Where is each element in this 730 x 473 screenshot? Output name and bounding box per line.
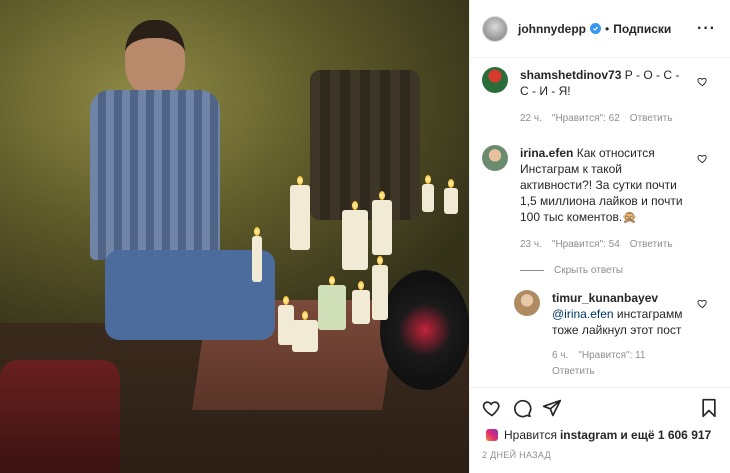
following-button[interactable]: Подписки	[613, 22, 671, 36]
comment-body: timur_kunanbayev @irina.efen инстаграмм …	[552, 290, 692, 380]
reply-comment: timur_kunanbayev @irina.efen инстаграмм …	[470, 276, 730, 380]
comment-likes[interactable]: "Нравится": 54	[552, 237, 620, 253]
bookmark-icon[interactable]	[699, 398, 719, 418]
reply-button[interactable]: Ответить	[630, 111, 673, 127]
reply-button[interactable]: Ответить	[630, 237, 673, 253]
candle	[252, 227, 262, 282]
person-jeans	[105, 250, 275, 340]
action-icons	[470, 388, 730, 418]
comment-time[interactable]: 6 ч.	[552, 348, 568, 364]
share-icon[interactable]	[542, 398, 562, 418]
person-head	[125, 20, 185, 95]
commenter-avatar[interactable]	[482, 145, 508, 171]
more-icon[interactable]: ···	[697, 20, 716, 38]
comment-likes[interactable]: "Нравится": 62	[552, 111, 620, 127]
speaker	[380, 270, 469, 390]
comment-icon[interactable]	[512, 398, 532, 418]
comment-meta: 23 ч. "Нравится": 54 Ответить	[520, 237, 690, 253]
hide-replies-label[interactable]: Скрыть ответы	[554, 265, 623, 276]
candle	[342, 201, 368, 270]
like-comment-heart-icon[interactable]	[697, 298, 708, 309]
seated-person	[85, 20, 275, 350]
comment-body: irina.efen Как относится Инстаграм к так…	[520, 145, 690, 253]
candle	[372, 256, 388, 320]
comment-username[interactable]: shamshetdinov73	[520, 68, 621, 82]
reply-button[interactable]: Ответить	[552, 364, 692, 380]
candle	[318, 276, 346, 330]
comment-time[interactable]: 23 ч.	[520, 237, 542, 253]
red-chair	[0, 360, 120, 473]
comment: irina.efen Как относится Инстаграм к так…	[470, 127, 730, 253]
commenter-avatar[interactable]	[514, 290, 540, 316]
candle	[292, 311, 318, 352]
comment-username[interactable]: irina.efen	[520, 146, 573, 160]
candle	[422, 175, 434, 212]
post-actions: Нравится instagram и ещё 1 606 917 2 ДНЕ…	[470, 387, 730, 473]
likes-prefix: Нравится	[504, 428, 557, 442]
candle	[290, 176, 310, 250]
person-shirt	[90, 90, 220, 260]
separator-dot: •	[605, 21, 610, 36]
candle	[372, 191, 392, 255]
author-username[interactable]: johnnydepp	[518, 22, 586, 36]
comment-body: shamshetdinov73 Р - О - С - С - И - Я! 2…	[520, 67, 690, 127]
comments-list[interactable]: shamshetdinov73 Р - О - С - С - И - Я! 2…	[470, 58, 730, 387]
comment-likes[interactable]: "Нравится": 11	[578, 348, 645, 364]
like-comment-heart-icon[interactable]	[697, 76, 708, 87]
author-avatar[interactable]	[482, 15, 508, 42]
comment-meta: 6 ч. "Нравится": 11	[552, 348, 692, 364]
like-comment-heart-icon[interactable]	[697, 153, 708, 164]
likes-account[interactable]: instagram	[560, 428, 617, 442]
hide-replies-button[interactable]: Скрыть ответы	[520, 265, 730, 276]
divider-line	[520, 270, 544, 271]
post-photo[interactable]	[0, 0, 469, 473]
comment-meta: 22 ч. "Нравится": 62 Ответить	[520, 111, 690, 127]
comment-time[interactable]: 22 ч.	[520, 111, 542, 127]
candle	[444, 179, 458, 214]
commenter-avatar[interactable]	[482, 67, 508, 93]
post-time[interactable]: 2 ДНЕЙ НАЗАД	[470, 442, 730, 460]
mention-link[interactable]: @irina.efen	[552, 307, 614, 321]
candle	[352, 281, 370, 324]
verified-icon	[590, 23, 601, 34]
post-header: johnnydepp • Подписки ···	[470, 0, 730, 58]
wooden-barrel	[310, 70, 420, 220]
instagram-icon	[486, 429, 498, 441]
likes-summary[interactable]: Нравится instagram и ещё 1 606 917	[470, 418, 730, 442]
post-side-panel: johnnydepp • Подписки ··· shamshetdinov7…	[469, 0, 730, 473]
likes-count[interactable]: и ещё 1 606 917	[620, 428, 711, 442]
comment: shamshetdinov73 Р - О - С - С - И - Я! 2…	[470, 58, 730, 127]
comment-username[interactable]: timur_kunanbayev	[552, 291, 658, 305]
heart-icon[interactable]	[482, 398, 502, 418]
